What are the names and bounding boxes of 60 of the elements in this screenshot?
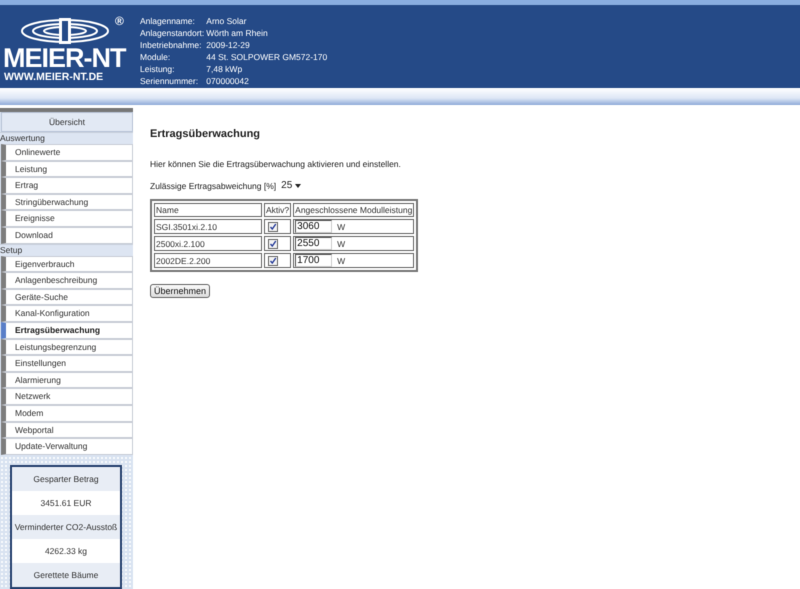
nav-item[interactable]: Eigenverbrauch xyxy=(1,256,133,272)
page-title: Ertragsüberwachung xyxy=(150,128,262,140)
nav-item[interactable]: Ereignisse xyxy=(1,210,133,227)
nav-item[interactable]: Ertrag xyxy=(1,177,133,194)
caret-icon xyxy=(295,184,302,188)
column-header: Name xyxy=(154,203,262,217)
power-input-field[interactable]: 2550 xyxy=(295,237,332,250)
info-label: Seriennummer: xyxy=(140,75,200,87)
nav-item[interactable]: Stringüberwachung xyxy=(1,194,133,210)
section-header: Setup xyxy=(0,244,133,256)
nav-item[interactable]: Download xyxy=(1,226,133,244)
nav-item[interactable]: Anlagenbeschreibung xyxy=(1,272,133,289)
info-value: 2009-12-29 xyxy=(206,39,251,51)
checkbox[interactable] xyxy=(268,238,278,249)
table-cell: 2002DE.2.200 xyxy=(154,253,262,268)
apply-button[interactable]: Übernehmen xyxy=(150,284,210,298)
unit-label: W xyxy=(337,238,346,248)
description-text: Hier können Sie die Ertragsüberwachung aktivieren und einstellen. xyxy=(150,159,402,169)
info-label: Module: xyxy=(140,51,172,63)
info-label: Inbetriebnahme: xyxy=(140,39,202,51)
unit-label: W xyxy=(337,256,346,266)
column-header: Aktiv? xyxy=(264,203,292,217)
info-value: Arno Solar xyxy=(206,15,248,27)
table-cell: 2500xi.2.100 xyxy=(154,236,262,251)
stat-label: Verminderter CO2-Ausstoß xyxy=(12,514,120,539)
nav-item[interactable]: Modem xyxy=(1,404,133,422)
info-label: Anlagenstandort: xyxy=(140,27,204,39)
logo-text: MEIER-NT xyxy=(3,43,126,73)
section-header: Auswertung xyxy=(0,132,133,144)
unit-label: W xyxy=(337,222,346,232)
nav-item[interactable]: Leistung xyxy=(1,160,133,178)
deviation-label: Zulässige Ertragsabweichung [%] xyxy=(150,180,276,190)
nav-item[interactable]: Webportal xyxy=(1,422,133,438)
nav-item[interactable]: Einstellungen xyxy=(1,355,133,372)
info-value: 44 St. SOLPOWER GM572-170 xyxy=(206,51,328,63)
nav-item[interactable]: Alarmierung xyxy=(1,372,133,388)
nav-item[interactable]: Übersicht xyxy=(1,112,133,132)
power-input-field[interactable]: 3060 xyxy=(295,220,332,233)
nav-item[interactable]: Onlinewerte xyxy=(1,144,133,161)
deviation-dropdown[interactable]: 25 xyxy=(279,179,304,192)
nav-item[interactable]: Ertragsüberwachung xyxy=(1,322,133,339)
info-label: Leistung: xyxy=(140,63,176,75)
checkbox[interactable] xyxy=(268,256,278,266)
info-value: Wörth am Rhein xyxy=(206,27,269,39)
table-cell: SGI.3501xi.2.10 xyxy=(154,219,262,234)
stat-label: Gesparter Betrag xyxy=(12,466,120,491)
checkbox[interactable] xyxy=(268,222,278,232)
nav-item[interactable]: Update-Verwaltung xyxy=(1,438,133,455)
nav-item[interactable]: Netzwerk xyxy=(1,388,133,405)
stat-label: Gerettete Bäume xyxy=(12,562,120,587)
info-value: 070000042 xyxy=(206,75,250,87)
logo-url: WWW.MEIER-NT.DE xyxy=(4,71,104,83)
nav-item[interactable]: Leistungsbegrenzung xyxy=(1,338,133,356)
power-input-field[interactable]: 1700 xyxy=(295,254,332,267)
info-value: 7,48 kWp xyxy=(206,63,244,75)
nav-item[interactable]: Kanal-Konfiguration xyxy=(1,305,133,322)
nav-item[interactable]: Geräte-Suche xyxy=(1,288,133,306)
column-header: Angeschlossene Modulleistung xyxy=(293,203,414,217)
info-label: Anlagenname: xyxy=(140,15,196,27)
registered-mark: ® xyxy=(115,15,124,28)
